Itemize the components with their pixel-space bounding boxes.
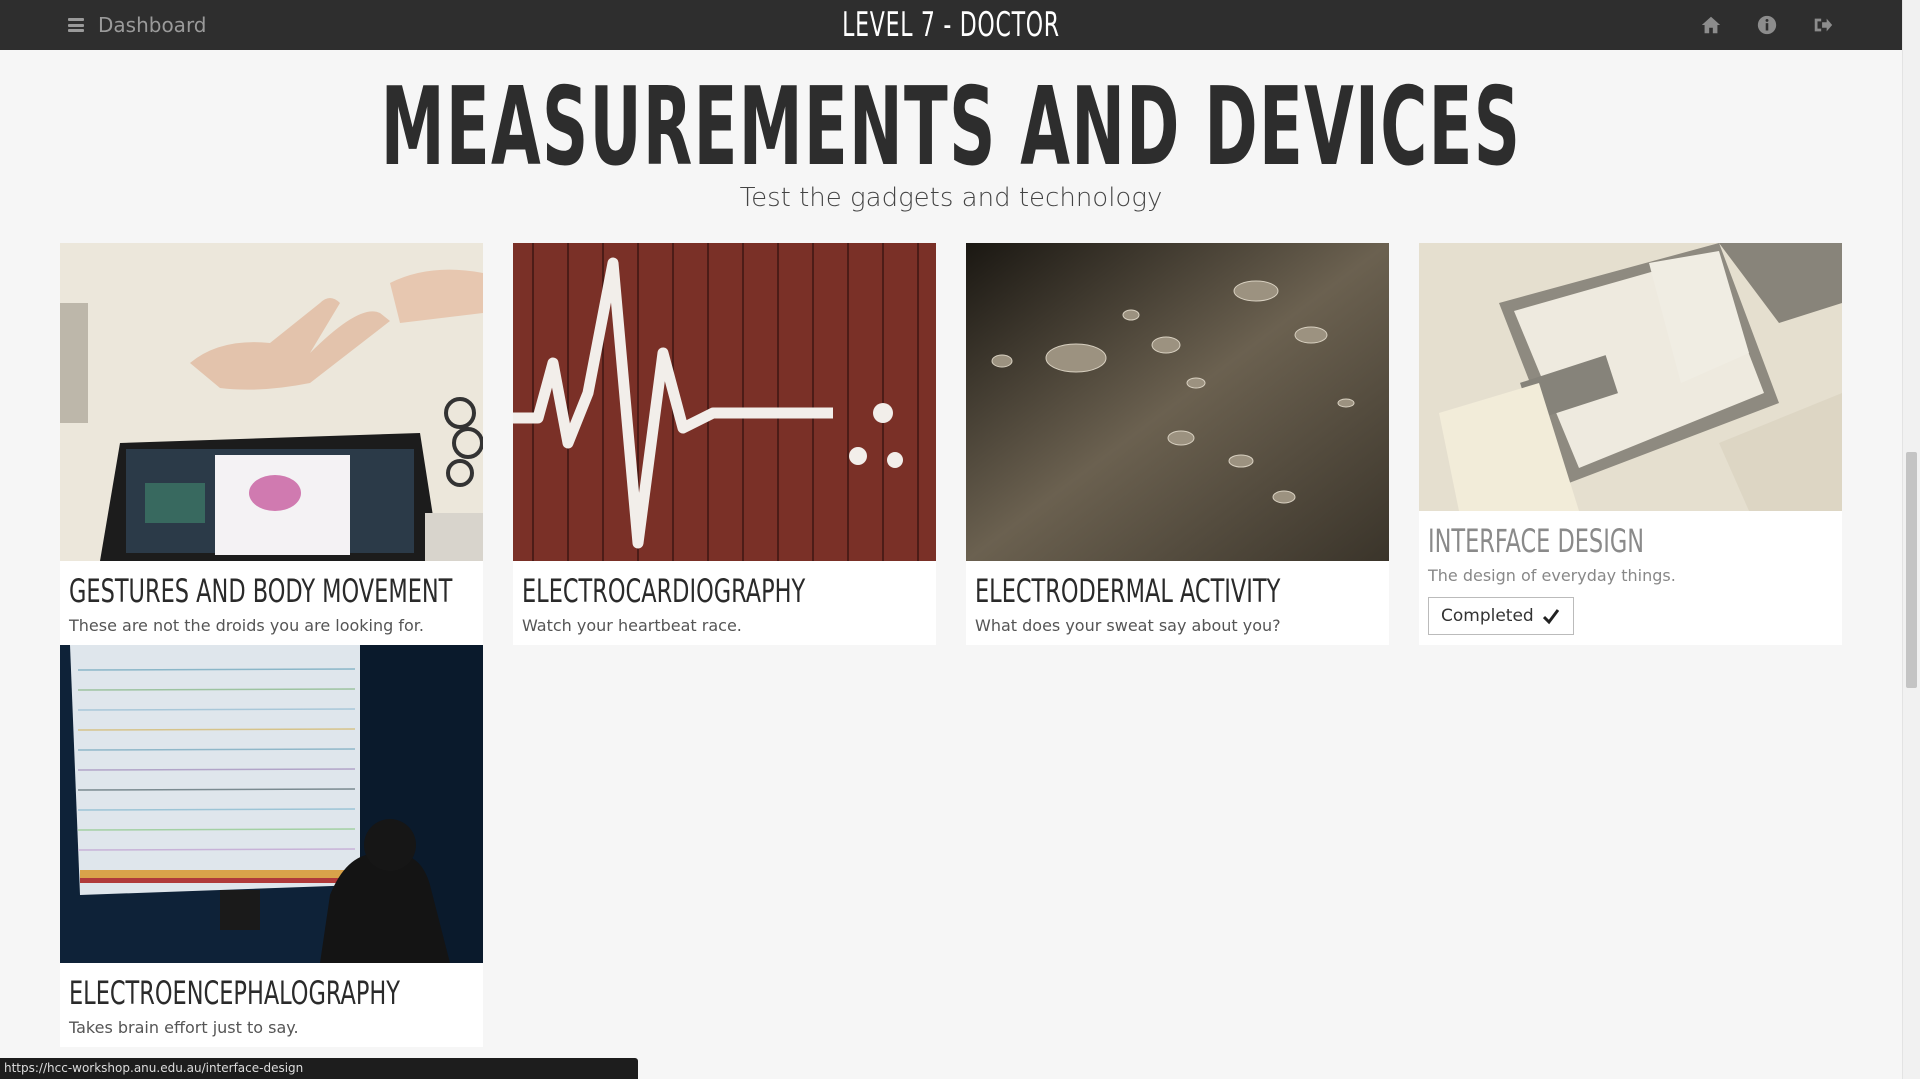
sign-out-icon[interactable] [1812, 14, 1834, 36]
interface-design-image [1419, 243, 1842, 511]
top-navbar: Dashboard LEVEL 7 - DOCTOR [0, 0, 1902, 50]
eda-image [966, 243, 1389, 561]
card-gestures[interactable]: GESTURES AND BODY MOVEMENT These are not… [60, 243, 483, 645]
page-subtitle: Test the gadgets and technology [739, 183, 1163, 213]
card-electroencephalography[interactable]: ELECTROENCEPHALOGRAPHY Takes brain effor… [60, 645, 483, 1047]
card-interface-design[interactable]: INTERFACE DESIGN The design of everyday … [1419, 243, 1842, 645]
card-description: These are not the droids you are looking… [69, 616, 424, 635]
card-electrocardiography[interactable]: ELECTROCARDIOGRAPHY Watch your heartbeat… [513, 243, 936, 645]
card-title: ELECTROENCEPHALOGRAPHY [69, 974, 400, 1012]
scrollbar-thumb[interactable] [1906, 452, 1917, 688]
level-title: LEVEL 7 - DOCTOR [842, 5, 1060, 45]
card-description: Takes brain effort just to say. [69, 1018, 299, 1037]
link-status-bar: https://hcc-workshop.anu.edu.au/interfac… [0, 1058, 638, 1079]
card-description: The design of everyday things. [1428, 566, 1676, 585]
card-description: Watch your heartbeat race. [522, 616, 742, 635]
dashboard-label: Dashboard [98, 13, 207, 37]
eeg-image [60, 645, 483, 963]
hamburger-menu-icon [68, 18, 84, 32]
page-scrollbar[interactable] [1902, 0, 1920, 1079]
page-title: MEASUREMENTS AND DEVICES [380, 65, 1522, 190]
card-title: GESTURES AND BODY MOVEMENT [69, 572, 453, 610]
completed-label: Completed [1441, 606, 1534, 626]
info-icon[interactable] [1756, 14, 1778, 36]
gestures-image [60, 243, 483, 561]
card-electrodermal-activity[interactable]: ELECTRODERMAL ACTIVITY What does your sw… [966, 243, 1389, 645]
ecg-image [513, 243, 936, 561]
home-icon[interactable] [1700, 14, 1722, 36]
completed-button[interactable]: Completed [1428, 597, 1574, 635]
dashboard-menu-toggle[interactable]: Dashboard [68, 0, 207, 50]
check-icon [1543, 609, 1559, 625]
card-title: ELECTRODERMAL ACTIVITY [975, 572, 1281, 610]
card-title: INTERFACE DESIGN [1428, 522, 1645, 560]
card-description: What does your sweat say about you? [975, 616, 1281, 635]
card-title: ELECTROCARDIOGRAPHY [522, 572, 806, 610]
